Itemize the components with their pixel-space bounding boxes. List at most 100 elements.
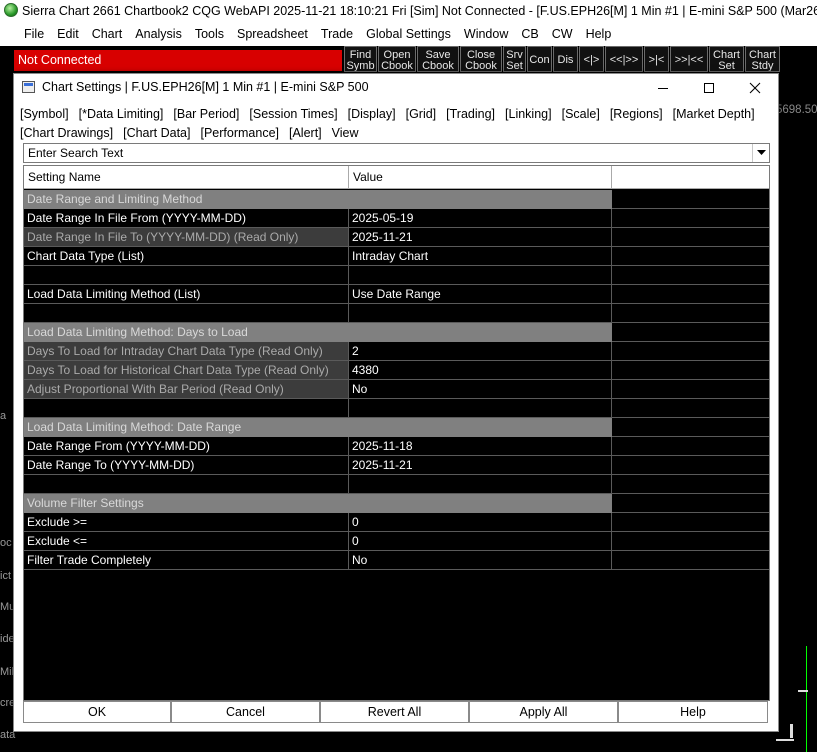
tab-chart-drawings[interactable]: [Chart Drawings] [20,124,113,143]
dialog-titlebar[interactable]: Chart Settings | F.US.EPH26[M] 1 Min #1 … [14,74,778,102]
setting-row[interactable]: Exclude >= 0 [24,513,769,532]
app-title: Sierra Chart 2661 Chartbook2 CQG WebAPI … [22,4,817,18]
setting-name: Filter Trade Completely [24,551,349,570]
setting-value[interactable]: 2025-11-18 [349,437,612,456]
toolbar-button-chart-stdy[interactable]: Chart Stdy [745,46,780,72]
row-filler [612,190,769,209]
chart-price-tick [798,690,808,692]
setting-name: Days To Load for Intraday Chart Data Typ… [24,342,349,361]
tab-session-times[interactable]: [Session Times] [249,105,337,124]
menu-global-settings[interactable]: Global Settings [366,27,451,41]
apply-all-button[interactable]: Apply All [469,701,618,723]
revert-all-button[interactable]: Revert All [320,701,469,723]
spacer-row [24,399,769,418]
minimize-button[interactable] [640,74,686,102]
setting-row[interactable]: Exclude <= 0 [24,532,769,551]
tab-performance[interactable]: [Performance] [200,124,279,143]
menu-edit[interactable]: Edit [57,27,79,41]
column-header-value[interactable]: Value [349,166,612,189]
control-bar: Find Symb Open Cbook Save Cbook Close Cbook… [344,46,817,73]
toolbar-button-srv-set[interactable]: Srv Set [503,46,526,72]
maximize-button[interactable] [686,74,732,102]
menu-cw[interactable]: CW [552,27,573,41]
toolbar-button-find-symb[interactable]: Find Symb [344,46,377,72]
setting-name: Date Range In File To (YYYY-MM-DD) (Read… [24,228,349,247]
tab-bar-period[interactable]: [Bar Period] [173,105,239,124]
toolbar-button-open-cbook[interactable]: Open Cbook [378,46,416,72]
menu-window[interactable]: Window [464,27,508,41]
cancel-button[interactable]: Cancel [171,701,320,723]
setting-value[interactable]: 2025-11-21 [349,456,612,475]
column-header-setting-name[interactable]: Setting Name [24,166,349,189]
setting-row[interactable]: Days To Load for Intraday Chart Data Typ… [24,342,769,361]
toolbar-button-nav-9[interactable]: >|< [644,46,669,72]
toolbar-button-nav-7[interactable]: <|> [579,46,604,72]
menu-analysis[interactable]: Analysis [135,27,182,41]
ok-button[interactable]: OK [23,701,171,723]
section-header-row[interactable]: Volume Filter Settings [24,494,769,513]
setting-value: 2025-11-21 [349,228,612,247]
search-box[interactable]: Enter Search Text [23,143,770,163]
setting-row[interactable]: Date Range From (YYYY-MM-DD) 2025-11-18 [24,437,769,456]
tab-linking[interactable]: [Linking] [505,105,552,124]
setting-value[interactable]: No [349,551,612,570]
menu-trade[interactable]: Trade [321,27,353,41]
setting-row[interactable]: Date Range To (YYYY-MM-DD) 2025-11-21 [24,456,769,475]
row-filler [612,304,769,323]
toolbar-button-chart-set[interactable]: Chart Set [709,46,744,72]
tab-scale[interactable]: [Scale] [562,105,600,124]
tab-chart-data[interactable]: [Chart Data] [123,124,190,143]
tab-symbol[interactable]: [Symbol] [20,105,69,124]
app-titlebar[interactable]: Sierra Chart 2661 Chartbook2 CQG WebAPI … [0,0,817,22]
setting-value[interactable]: 2025-05-19 [349,209,612,228]
setting-value[interactable]: 0 [349,532,612,551]
tab-view[interactable]: View [332,124,359,143]
tab-alert[interactable]: [Alert] [289,124,322,143]
chevron-down-icon [756,150,766,155]
toolbar-button-con[interactable]: Con [527,46,552,72]
tab-market-depth[interactable]: [Market Depth] [673,105,755,124]
setting-row[interactable]: Load Data Limiting Method (List) Use Date… [24,285,769,304]
settings-tabs: [Symbol] [*Data Limiting] [Bar Period] [Ses… [14,102,778,142]
toolbar-button-close-cbook[interactable]: Close Cbook [460,46,502,72]
tab-display[interactable]: [Display] [348,105,396,124]
section-header-row[interactable]: Load Data Limiting Method: Days to Load [24,323,769,342]
setting-value[interactable]: Intraday Chart [349,247,612,266]
menu-tools[interactable]: Tools [195,27,224,41]
section-header-row[interactable]: Date Range and Limiting Method [24,190,769,209]
setting-value[interactable]: Use Date Range [349,285,612,304]
setting-row[interactable]: Date Range In File From (YYYY-MM-DD) 2025… [24,209,769,228]
section-header-row[interactable]: Load Data Limiting Method: Date Range [24,418,769,437]
menu-chart[interactable]: Chart [92,27,123,41]
row-filler [612,418,769,437]
search-input[interactable]: Enter Search Text [28,146,123,160]
menu-cb[interactable]: CB [521,27,538,41]
setting-row[interactable]: Chart Data Type (List) Intraday Chart [24,247,769,266]
tab-trading[interactable]: [Trading] [446,105,495,124]
tab-grid[interactable]: [Grid] [406,105,437,124]
row-filler [612,323,769,342]
chart-settings-dialog: Chart Settings | F.US.EPH26[M] 1 Min #1 … [13,73,779,732]
tab-regions[interactable]: [Regions] [610,105,663,124]
toolbar-button-nav-8[interactable]: <<|>> [605,46,643,72]
help-button[interactable]: Help [618,701,768,723]
spacer-row [24,475,769,494]
setting-value: 2 [349,342,612,361]
setting-row[interactable]: Filter Trade Completely No [24,551,769,570]
toolbar-button-nav-10[interactable]: >>|<< [670,46,708,72]
menu-spreadsheet[interactable]: Spreadsheet [237,27,308,41]
setting-row[interactable]: Date Range In File To (YYYY-MM-DD) (Read… [24,228,769,247]
menu-file[interactable]: File [24,27,44,41]
setting-value [349,323,612,342]
setting-value[interactable]: 0 [349,513,612,532]
close-button[interactable] [732,74,778,102]
menu-help[interactable]: Help [586,27,612,41]
tab-data-limiting[interactable]: [*Data Limiting] [79,105,164,124]
row-filler [612,285,769,304]
setting-row[interactable]: Days To Load for Historical Chart Data T… [24,361,769,380]
toolbar-button-save-cbook[interactable]: Save Cbook [417,46,459,72]
search-dropdown-button[interactable] [752,144,769,162]
chart-volume-line [806,646,807,752]
toolbar-button-dis[interactable]: Dis [553,46,578,72]
setting-row[interactable]: Adjust Proportional With Bar Period (Rea… [24,380,769,399]
